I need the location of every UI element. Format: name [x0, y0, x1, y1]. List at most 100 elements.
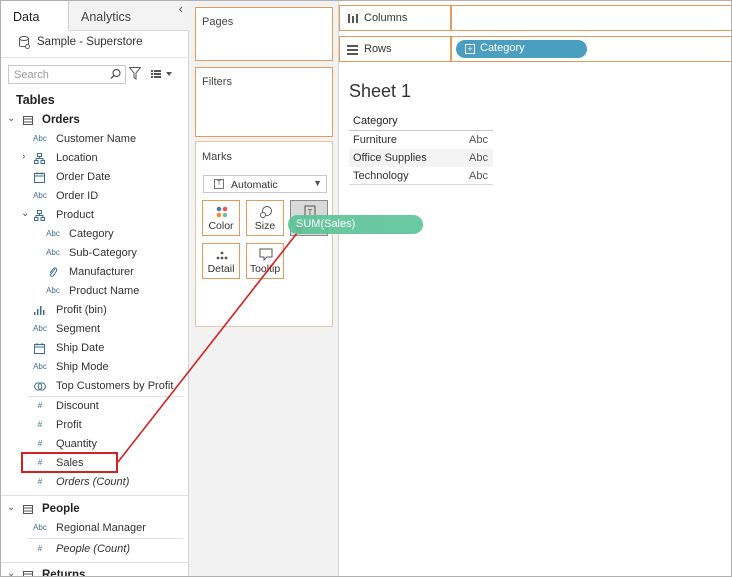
color-button[interactable]: Color — [202, 200, 240, 236]
row-label: Office Supplies — [353, 152, 427, 164]
field-order-date[interactable]: Order Date — [1, 169, 187, 187]
field-label: Discount — [56, 400, 99, 412]
pane-tabs: Data Analytics ‹ — [1, 1, 189, 31]
field-discount[interactable]: # Discount — [1, 398, 187, 416]
row-label: Furniture — [353, 134, 398, 146]
tooltip-label: Tooltip — [249, 263, 281, 275]
table-returns-label: Returns — [42, 569, 86, 577]
expand-plus-icon[interactable]: + — [465, 44, 475, 54]
string-type-icon: Abc — [46, 286, 60, 295]
string-type-icon: Abc — [33, 362, 47, 371]
rows-shelf[interactable]: + Category — [451, 36, 731, 62]
pages-card[interactable]: Pages — [195, 7, 333, 61]
field-category[interactable]: Abc Category — [1, 226, 187, 244]
table-row[interactable]: Furniture Abc — [349, 131, 493, 149]
field-profit-bin[interactable]: Profit (bin) — [1, 302, 187, 320]
field-order-id[interactable]: Abc Order ID — [1, 188, 187, 206]
field-profit[interactable]: # Profit — [1, 417, 187, 435]
detail-button[interactable]: Detail — [202, 243, 240, 279]
table-orders[interactable]: ⌄ Orders — [1, 112, 187, 130]
calendar-icon — [34, 172, 45, 183]
field-product-name[interactable]: Abc Product Name — [1, 283, 187, 301]
expand-icon: ⌄ — [21, 208, 30, 219]
mark-type-dropdown[interactable]: T Automatic ▼ — [203, 175, 327, 193]
tableau-workspace: Data Analytics ‹ Sample - Superstore Sea… — [0, 0, 732, 577]
color-label: Color — [208, 220, 234, 232]
field-ship-mode[interactable]: Abc Ship Mode — [1, 359, 187, 377]
field-manufacturer[interactable]: Manufacturer — [1, 264, 187, 282]
row-label: Technology — [353, 170, 409, 182]
sheet-title: Sheet 1 — [349, 81, 412, 101]
field-ship-date[interactable]: Ship Date — [1, 340, 187, 358]
datasource-name: Sample - Superstore — [37, 36, 143, 48]
columns-label: Columns — [364, 12, 408, 24]
paperclip-icon — [49, 267, 58, 277]
field-label: Order Date — [56, 171, 111, 183]
divider — [1, 562, 189, 563]
pages-card-title: Pages — [202, 16, 234, 28]
columns-shelf[interactable] — [451, 5, 731, 31]
table-returns[interactable]: ⌄ Returns — [1, 567, 187, 577]
sum-sales-drag-pill[interactable]: SUM(Sales) — [288, 215, 423, 234]
tab-analytics[interactable]: Analytics — [69, 1, 189, 31]
datasource-icon — [19, 36, 30, 49]
field-regional-manager[interactable]: Abc Regional Manager — [1, 520, 187, 538]
expand-icon: ⌄ — [7, 113, 16, 124]
datasource[interactable]: Sample - Superstore — [15, 35, 185, 51]
row-value: Abc — [469, 152, 488, 164]
field-segment[interactable]: Abc Segment — [1, 321, 187, 339]
field-orders-count[interactable]: # Orders (Count) — [1, 474, 187, 492]
field-label: Category — [69, 228, 114, 240]
table-row[interactable]: Technology Abc — [349, 167, 493, 185]
field-top-customers[interactable]: Top Customers by Profit — [1, 378, 187, 396]
field-label: Product Name — [69, 285, 140, 297]
tab-data[interactable]: Data — [1, 1, 69, 31]
field-customer-name[interactable]: Abc Customer Name — [1, 131, 187, 149]
rows-label: Rows — [364, 43, 392, 55]
field-people-count[interactable]: # People (Count) — [1, 541, 187, 559]
string-type-icon: Abc — [46, 248, 60, 257]
field-label: Ship Date — [56, 342, 105, 354]
size-icon — [260, 206, 272, 218]
search-input[interactable]: Search — [8, 65, 126, 84]
table-icon — [23, 116, 33, 125]
search-placeholder: Search — [14, 69, 49, 81]
mark-type-value: Automatic — [231, 179, 278, 191]
table-row[interactable]: Office Supplies Abc — [349, 149, 493, 167]
category-pill-label: Category — [480, 42, 525, 54]
filters-card[interactable]: Filters — [195, 67, 333, 137]
column-header: Category — [353, 115, 398, 127]
columns-icon — [348, 14, 358, 23]
string-type-icon: Abc — [33, 191, 47, 200]
field-product[interactable]: ⌄ Product — [1, 207, 187, 225]
field-label: Location — [56, 152, 98, 164]
table-people[interactable]: ⌄ People — [1, 501, 187, 519]
field-label: Sub-Category — [69, 247, 137, 259]
field-sub-category[interactable]: Abc Sub-Category — [1, 245, 187, 263]
table-icon — [23, 571, 33, 576]
field-label: Product — [56, 209, 94, 221]
filters-card-title: Filters — [202, 76, 232, 88]
table-orders-label: Orders — [42, 114, 80, 126]
size-button[interactable]: Size — [246, 200, 284, 236]
table-icon — [23, 505, 33, 514]
drag-pill-label: SUM(Sales) — [296, 218, 356, 230]
set-icon — [34, 382, 46, 391]
row-value: Abc — [469, 170, 488, 182]
bin-icon — [34, 306, 45, 315]
divider — [27, 538, 183, 539]
row-value: Abc — [469, 134, 488, 146]
view-options-icon[interactable] — [151, 69, 173, 79]
collapse-pane-icon[interactable]: ‹ — [179, 1, 183, 16]
tooltip-button[interactable]: Tooltip — [246, 243, 284, 279]
field-label: People (Count) — [56, 543, 130, 555]
field-location[interactable]: › Location — [1, 150, 187, 168]
detail-label: Detail — [207, 263, 235, 275]
number-type-icon: # — [37, 439, 43, 448]
category-pill[interactable]: + Category — [456, 40, 587, 58]
filter-icon[interactable] — [129, 67, 141, 80]
number-type-icon: # — [37, 477, 43, 486]
field-label: Top Customers by Profit — [56, 380, 174, 392]
collapse-icon: › — [22, 151, 26, 162]
number-type-icon: # — [37, 401, 43, 410]
